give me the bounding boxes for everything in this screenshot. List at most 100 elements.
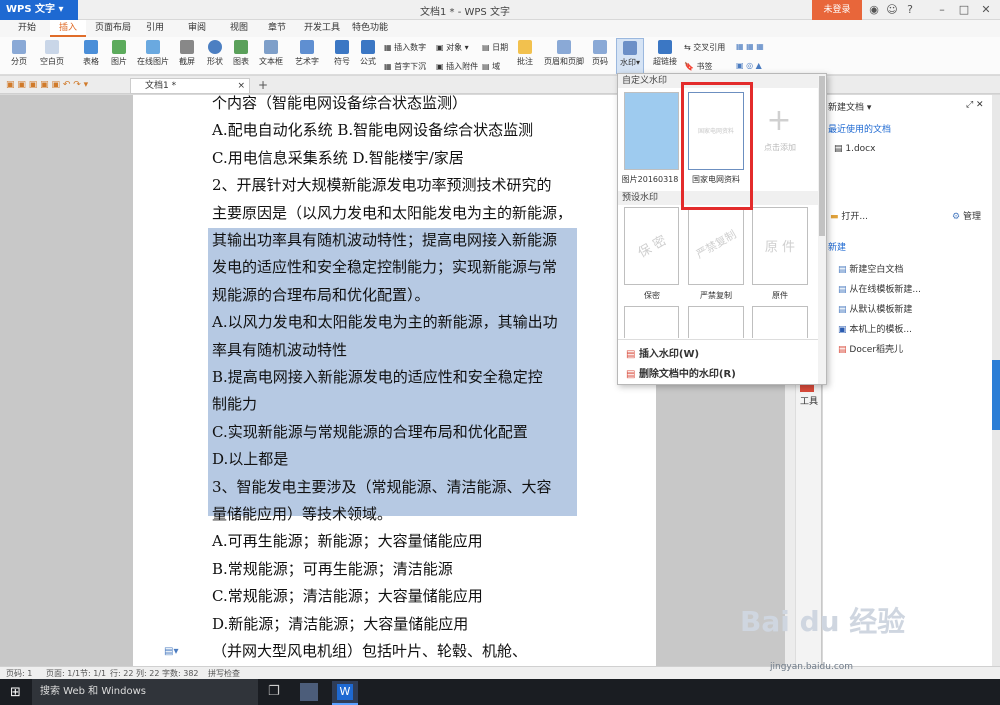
table-button[interactable]: 表格 bbox=[78, 38, 104, 74]
divider bbox=[618, 339, 818, 340]
page-break-button[interactable]: 分页 bbox=[4, 38, 34, 74]
preset-watermark-row2-c[interactable] bbox=[752, 306, 808, 338]
help-icon[interactable]: ? bbox=[902, 2, 918, 18]
scroll-thumb[interactable] bbox=[992, 360, 1000, 430]
doc-line[interactable]: B.常规能源；可再生能源；清洁能源 bbox=[212, 556, 453, 582]
close-icon[interactable]: ✕ bbox=[978, 2, 994, 18]
open-link[interactable]: ▬ 打开... bbox=[830, 209, 868, 222]
doc-line[interactable]: B.提高电网接入新能源发电的适应性和安全稳定控 bbox=[212, 364, 543, 390]
file-icon: ▤ bbox=[838, 305, 847, 315]
manage-link[interactable]: ⚙ 管理 bbox=[952, 209, 981, 222]
doc-line[interactable]: C.用电信息采集系统 D.智能楼宇/家居 bbox=[212, 145, 464, 171]
preset-watermark-row2-a[interactable] bbox=[624, 306, 679, 338]
tab-reference[interactable]: 引用 bbox=[140, 20, 170, 37]
doc-line[interactable]: A.以风力发电和太阳能发电为主的新能源，其输出功 bbox=[212, 309, 558, 335]
page-number-button[interactable]: 页码 bbox=[588, 38, 612, 74]
pane-controls[interactable]: ⤢ ✕ bbox=[966, 100, 984, 110]
custom-watermark-picture[interactable] bbox=[624, 92, 679, 170]
doc-line[interactable]: 制能力 bbox=[212, 391, 257, 417]
taskbar-search[interactable]: 搜索 Web 和 Windows bbox=[32, 679, 258, 705]
tab-page-layout[interactable]: 页面布局 bbox=[92, 20, 134, 37]
login-button[interactable]: 未登录 bbox=[812, 0, 862, 20]
shape-button[interactable]: 形状 bbox=[202, 38, 228, 74]
wordart-button[interactable]: 艺术字 bbox=[290, 38, 324, 74]
doc-line[interactable]: 率具有随机波动特性 bbox=[212, 337, 347, 363]
drop-cap-button[interactable]: ▦ 首字下沉 bbox=[384, 61, 426, 72]
doc-line[interactable]: D.以上都是 bbox=[212, 446, 288, 472]
delete-watermark-item[interactable]: ▤ 删除文档中的水印(R) bbox=[626, 365, 736, 380]
add-icon[interactable]: + bbox=[764, 106, 794, 136]
cross-reference-button[interactable]: ⇆ 交叉引用 bbox=[684, 42, 725, 53]
doc-line[interactable]: 规能源的合理布局和优化配置）。 bbox=[212, 282, 430, 308]
watermark-button[interactable]: 水印▾ bbox=[616, 38, 644, 74]
app-taskbar-icon[interactable] bbox=[300, 683, 318, 701]
task-view-icon[interactable]: ❐ bbox=[268, 684, 280, 699]
date-button[interactable]: ▤ 日期 bbox=[482, 42, 508, 53]
formula-button[interactable]: 公式 bbox=[356, 38, 380, 74]
header-footer-button[interactable]: 页眉和页脚 bbox=[542, 38, 586, 74]
tab-chapter[interactable]: 章节 bbox=[262, 20, 292, 37]
tab-insert[interactable]: 插入 bbox=[50, 20, 86, 37]
chart-button[interactable]: 图表 bbox=[230, 38, 252, 74]
recent-doc-item[interactable]: ▤ 1.docx bbox=[834, 144, 875, 154]
docer-item[interactable]: ▤ Docer稻壳儿 bbox=[838, 342, 903, 355]
align-icons[interactable]: ▦ ▦ ▦ bbox=[736, 42, 764, 51]
doc-line[interactable]: 个内容（智能电网设备综合状态监测） bbox=[212, 90, 467, 116]
comment-button[interactable]: 批注 bbox=[512, 38, 538, 74]
delete-icon: ▤ bbox=[626, 369, 636, 380]
page-nav-icon[interactable]: ▤▾ bbox=[164, 646, 178, 657]
object-button[interactable]: ▣ 对象 ▾ bbox=[436, 42, 469, 53]
doc-line[interactable]: 2、开展针对大规模新能源发电功率预测技术研究的 bbox=[212, 172, 552, 198]
preset-watermark-row2-b[interactable] bbox=[688, 306, 744, 338]
add-watermark-label[interactable]: 点击添加 bbox=[750, 142, 810, 153]
wps-taskbar-icon[interactable]: W bbox=[332, 681, 358, 705]
picture-button[interactable]: 图片 bbox=[106, 38, 132, 74]
local-template-item[interactable]: ▣ 本机上的模板... bbox=[838, 322, 912, 335]
doc-line[interactable]: C.实现新能源与常规能源的合理布局和优化配置 bbox=[212, 419, 528, 445]
online-picture-button[interactable]: 在线图片 bbox=[134, 38, 172, 74]
doc-line[interactable]: 主要原因是（以风力发电和太阳能发电为主的新能源， bbox=[212, 200, 572, 226]
new-blank-item[interactable]: ▤ 新建空白文档 bbox=[838, 262, 903, 275]
symbol-button[interactable]: 符号 bbox=[330, 38, 354, 74]
online-template-item[interactable]: ▤ 从在线模板新建... bbox=[838, 282, 921, 295]
doc-line[interactable]: 3、智能发电主要涉及（常规能源、清洁能源、大容 bbox=[212, 474, 552, 500]
hyperlink-button[interactable]: 超链接 bbox=[650, 38, 680, 74]
screenshot-button[interactable]: 截屏 bbox=[174, 38, 200, 74]
tab-review[interactable]: 审阅 bbox=[182, 20, 212, 37]
insert-attachment-button[interactable]: ▣ 插入附件 bbox=[436, 61, 478, 72]
bookmark-button[interactable]: 🔖 书签 bbox=[684, 61, 713, 72]
skin-icon[interactable]: ◉ bbox=[866, 2, 882, 18]
doc-line[interactable]: 其输出功率具有随机波动特性；提高电网接入新能源 bbox=[212, 227, 557, 253]
doc-line[interactable]: 发电的适应性和安全稳定控制能力；实现新能源与常 bbox=[212, 254, 557, 280]
field-button[interactable]: ▤ 域 bbox=[482, 61, 500, 72]
blank-page-button[interactable]: 空白页 bbox=[36, 38, 68, 74]
preset-watermark-confidential[interactable]: 保 密 bbox=[624, 207, 679, 285]
dropdown-scrollbar[interactable] bbox=[818, 74, 826, 384]
textbox-button[interactable]: 文本框 bbox=[256, 38, 286, 74]
default-template-item[interactable]: ▤ 从默认模板新建 bbox=[838, 302, 912, 315]
layout-icons[interactable]: ▣ ◎ ▲ bbox=[736, 61, 762, 70]
doc-line[interactable]: A.配电自动化系统 B.智能电网设备综合状态监测 bbox=[212, 117, 533, 143]
doc-line[interactable]: A.可再生能源；新能源；大容量储能应用 bbox=[212, 528, 483, 554]
user-icon[interactable]: ☺ bbox=[884, 2, 900, 18]
preset-watermark-original[interactable]: 原 件 bbox=[752, 207, 808, 285]
tab-view[interactable]: 视图 bbox=[224, 20, 254, 37]
insert-number-button[interactable]: ▦ 插入数字 bbox=[384, 42, 426, 53]
quick-access-icons[interactable]: ▣ ▣ ▣ ▣ ▣ ↶ ↷ ▾ bbox=[6, 80, 88, 90]
app-menu-button[interactable]: WPS 文字 ▾ bbox=[0, 0, 78, 20]
tab-features[interactable]: 特色功能 bbox=[350, 20, 390, 37]
windows-start-icon[interactable]: ⊞ bbox=[10, 685, 21, 700]
doc-line[interactable]: 量储能应用）等技术领域。 bbox=[212, 501, 392, 527]
doc-line[interactable]: （并网大型风电机组）包括叶片、轮毂、机舱、 bbox=[212, 638, 527, 664]
tab-developer[interactable]: 开发工具 bbox=[300, 20, 344, 37]
maximize-icon[interactable]: □ bbox=[956, 2, 972, 18]
doc-line[interactable]: D.新能源；清洁能源；大容量储能应用 bbox=[212, 611, 468, 637]
minimize-icon[interactable]: – bbox=[934, 2, 950, 18]
task-pane-title[interactable]: 新建文档 ▾ bbox=[828, 100, 871, 113]
insert-watermark-item[interactable]: ▤ 插入水印(W) bbox=[626, 345, 699, 360]
tab-start[interactable]: 开始 bbox=[8, 20, 46, 37]
preset-label-nocopy: 严禁复制 bbox=[700, 291, 732, 300]
preset-watermark-nocopy[interactable]: 严禁复制 bbox=[688, 207, 744, 285]
spellcheck-status[interactable]: 拼写检查 bbox=[208, 668, 240, 679]
doc-line[interactable]: C.常规能源；清洁能源；大容量储能应用 bbox=[212, 583, 483, 609]
